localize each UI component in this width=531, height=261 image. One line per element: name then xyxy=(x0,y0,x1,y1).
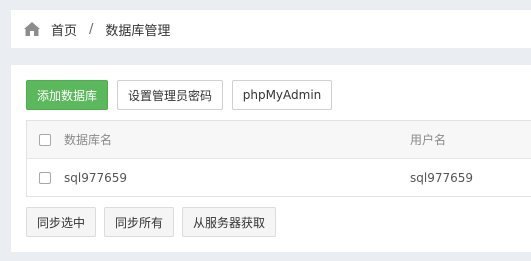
breadcrumb-home[interactable]: 首页 xyxy=(51,20,77,39)
bulk-actions: 同步选中 同步所有 从服务器获取 xyxy=(26,207,284,237)
breadcrumb-separator: / xyxy=(89,21,94,37)
column-header-name: 数据库名 xyxy=(64,133,113,147)
database-table: 数据库名 用户名 sql977659 sql977659 xyxy=(26,120,531,197)
add-database-button[interactable]: 添加数据库 xyxy=(26,80,108,110)
sync-selected-button[interactable]: 同步选中 xyxy=(26,207,96,237)
table-row: sql977659 sql977659 xyxy=(27,159,531,197)
sync-all-button[interactable]: 同步所有 xyxy=(104,207,174,237)
column-header-user: 用户名 xyxy=(410,133,447,147)
fetch-from-server-button[interactable]: 从服务器获取 xyxy=(182,207,276,237)
row-checkbox[interactable] xyxy=(38,172,51,184)
phpmyadmin-button[interactable]: phpMyAdmin xyxy=(232,80,332,110)
breadcrumb: 首页 / 数据库管理 xyxy=(11,10,531,48)
database-name-cell: sql977659 xyxy=(64,171,128,185)
table-header-row: 数据库名 用户名 xyxy=(27,121,531,159)
database-panel: 添加数据库 设置管理员密码 phpMyAdmin 数据库名 用户名 sql977… xyxy=(11,65,531,252)
home-icon[interactable] xyxy=(23,20,41,38)
username-cell: sql977659 xyxy=(410,171,474,185)
toolbar: 添加数据库 设置管理员密码 phpMyAdmin xyxy=(26,80,341,110)
set-admin-password-button[interactable]: 设置管理员密码 xyxy=(117,80,223,110)
select-all-checkbox[interactable] xyxy=(38,133,51,146)
breadcrumb-current: 数据库管理 xyxy=(105,23,171,39)
